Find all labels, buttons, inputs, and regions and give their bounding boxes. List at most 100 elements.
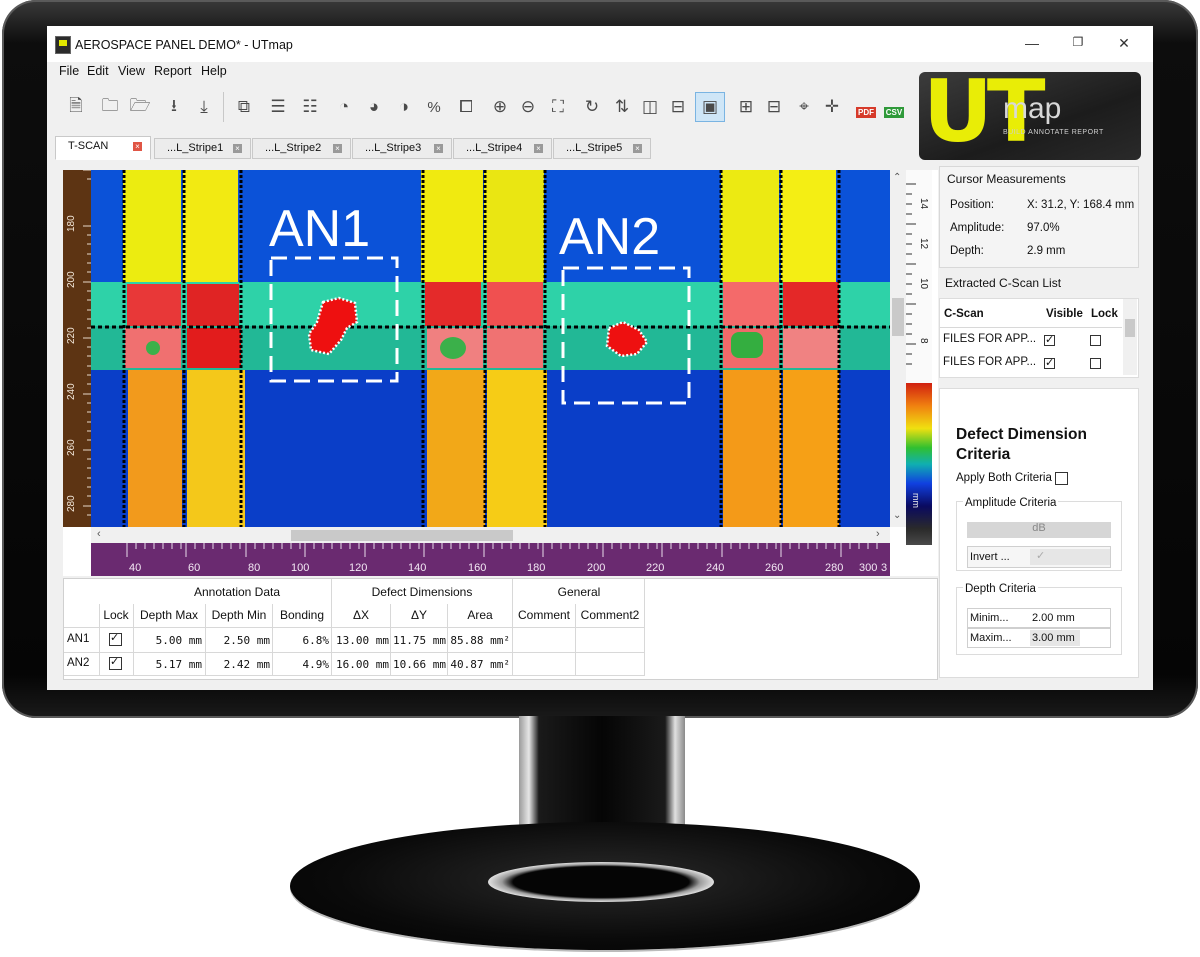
depth-min-input[interactable]: 2.00 mm [1032, 612, 1075, 624]
col-comment2[interactable]: Comment2 [576, 608, 644, 622]
scan-tabs: T-SCAN × ...L_Stripe1 × ...L_Stripe2 × .… [55, 136, 935, 160]
stripe-add-icon[interactable]: ☰ [263, 92, 293, 122]
scroll-up-icon[interactable]: ⌃ [893, 172, 901, 183]
close-tab-icon[interactable]: × [233, 144, 242, 153]
amplitude-unit[interactable]: dB [967, 522, 1111, 538]
open-recent-icon[interactable]: 🗁 [125, 92, 155, 122]
extract-icon[interactable]: ⧉ [229, 92, 259, 122]
col-area[interactable]: Area [448, 608, 512, 622]
cscan-row-name[interactable]: FILES FOR APP... [943, 356, 1036, 368]
zoom-out-icon[interactable]: ⊖ [513, 92, 543, 122]
crop-icon[interactable]: ⧠ [451, 92, 481, 122]
close-tab-icon[interactable]: × [434, 144, 443, 153]
annotation-label-an1[interactable]: AN1 [269, 200, 370, 258]
palette-settings-icon[interactable]: ◑ [389, 92, 419, 122]
palette-icon[interactable]: ◔ [329, 92, 359, 122]
x-tick: 300 [859, 562, 877, 574]
annotation-table: Annotation Data Defect Dimensions Genera… [63, 578, 938, 680]
amplitude-label: Amplitude: [950, 222, 1005, 234]
x-tick: 80 [248, 562, 260, 574]
col-dy[interactable]: ΔY [391, 608, 447, 622]
x-tick: 160 [468, 562, 486, 574]
scroll-right-icon[interactable]: › [876, 528, 880, 540]
visible-header: Visible [1046, 308, 1083, 320]
lock-checkbox[interactable] [1090, 335, 1101, 346]
bonding-cell: 6.8% [302, 634, 330, 647]
scroll-left-icon[interactable]: ‹ [97, 528, 101, 540]
zoom-in-icon[interactable]: ⊕ [485, 92, 515, 122]
col-bonding[interactable]: Bonding [273, 608, 331, 622]
import-multiple-icon[interactable]: ⤓ [189, 92, 219, 122]
y-tick: 280 [66, 495, 77, 512]
col-lock[interactable]: Lock [100, 608, 132, 622]
row-lock-checkbox[interactable] [109, 631, 122, 646]
menu-file[interactable]: File [59, 64, 79, 78]
menu-edit[interactable]: Edit [87, 64, 109, 78]
y-ruler: 180 200 220 240 260 280 [63, 169, 91, 527]
col-depth-max[interactable]: Depth Max [134, 608, 204, 622]
col-dx[interactable]: ΔX [332, 608, 390, 622]
rotate-icon[interactable]: ↻ [577, 92, 607, 122]
list-scroll-thumb[interactable] [1125, 319, 1135, 337]
fit-view-icon[interactable]: ⛶ [543, 92, 573, 122]
export-csv-icon[interactable]: CSV [879, 92, 909, 122]
mirror-vertical-icon[interactable]: ⊟ [663, 92, 693, 122]
export-pdf-icon[interactable]: PDF [851, 92, 881, 122]
menu-help[interactable]: Help [201, 64, 227, 78]
add-annotation-icon[interactable]: ⊞ [731, 92, 761, 122]
table-divider [512, 579, 513, 676]
menu-view[interactable]: View [118, 64, 145, 78]
cscan-row-name[interactable]: FILES FOR APP... [943, 333, 1036, 345]
utmap-logo: UT map BUILD ANNOTATE REPORT [919, 72, 1141, 160]
col-depth-min[interactable]: Depth Min [206, 608, 272, 622]
t-scan-view: 180 200 220 240 260 280 AN1 AN2 ⌃ ⌄ 14 1… [63, 169, 938, 576]
add-measure-icon[interactable]: ⌖ [789, 92, 819, 122]
scroll-down-icon[interactable]: ⌄ [893, 510, 901, 521]
tab-stripe5[interactable]: ...L_Stripe5 × [553, 138, 651, 159]
area-cell: 40.87 mm² [450, 658, 510, 671]
menu-report[interactable]: Report [154, 64, 192, 78]
remove-measure-icon[interactable]: ✛ [817, 92, 847, 122]
lock-checkbox[interactable] [1090, 358, 1101, 369]
minimize-button[interactable]: — [1022, 35, 1042, 51]
invert-check-icon[interactable]: ✓ [1036, 549, 1045, 562]
tab-stripe4[interactable]: ...L_Stripe4 × [453, 138, 552, 159]
tab-stripe3[interactable]: ...L_Stripe3 × [352, 138, 452, 159]
view-settings-icon[interactable]: ▣ [695, 92, 725, 122]
remove-annotation-icon[interactable]: ⊟ [759, 92, 789, 122]
close-tab-icon[interactable]: × [534, 144, 543, 153]
close-button[interactable]: ✕ [1114, 35, 1134, 52]
scroll-thumb[interactable] [892, 298, 904, 336]
vertical-scrollbar[interactable]: ⌃ ⌄ [890, 170, 906, 527]
visible-checkbox[interactable] [1044, 333, 1055, 346]
hscroll-thumb[interactable] [291, 530, 513, 541]
palette-edit-icon[interactable]: ◕ [359, 92, 389, 122]
stripe-remove-icon[interactable]: ☷ [295, 92, 325, 122]
close-tab-icon[interactable]: × [333, 144, 342, 153]
row-lock-checkbox[interactable] [109, 655, 122, 670]
x-tick: 200 [587, 562, 605, 574]
tab-t-scan[interactable]: T-SCAN × [55, 136, 151, 160]
flip-icon[interactable]: ⇅ [607, 92, 637, 122]
amplitude-criteria-group: Amplitude Criteria dB Invert ... ✓ [956, 497, 1122, 571]
percent-icon[interactable]: % [419, 92, 449, 122]
tab-stripe1[interactable]: ...L_Stripe1 × [154, 138, 251, 159]
maximize-button[interactable]: ❐ [1068, 35, 1088, 49]
close-tab-icon[interactable]: × [633, 144, 642, 153]
depth-max-input[interactable]: 3.00 mm [1030, 630, 1080, 646]
open-scan-icon[interactable]: 🗎 [61, 92, 91, 122]
c-scan-image[interactable]: AN1 AN2 [91, 170, 890, 527]
horizontal-scrollbar[interactable]: ‹ › [91, 527, 890, 543]
open-folder-icon[interactable]: 🗀 [95, 92, 125, 122]
depth-value: 2.9 mm [1027, 245, 1066, 257]
list-scrollbar[interactable] [1123, 299, 1137, 375]
visible-checkbox[interactable] [1044, 356, 1055, 369]
apply-both-checkbox[interactable] [1055, 472, 1068, 485]
close-tab-icon[interactable]: × [133, 142, 142, 151]
col-comment[interactable]: Comment [513, 608, 575, 622]
import-icon[interactable]: ⭳ [159, 92, 189, 122]
mirror-horizontal-icon[interactable]: ◫ [635, 92, 665, 122]
tab-stripe2[interactable]: ...L_Stripe2 × [252, 138, 351, 159]
tab-label: T-SCAN [68, 140, 109, 152]
annotation-label-an2[interactable]: AN2 [559, 208, 660, 266]
